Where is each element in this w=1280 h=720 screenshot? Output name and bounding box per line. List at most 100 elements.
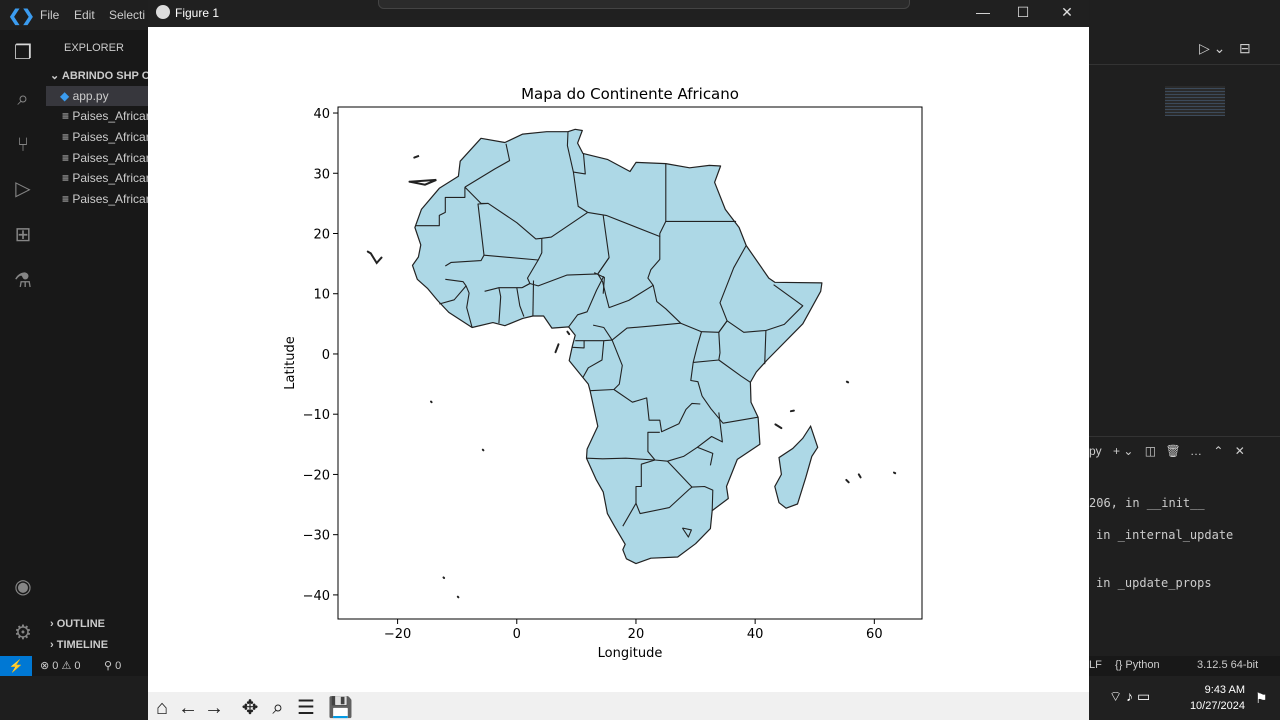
notification-icon[interactable]: ⚑ — [1255, 690, 1268, 707]
ports-count: 0 — [115, 660, 122, 672]
island-mark — [481, 448, 485, 452]
more-icon[interactable]: … — [1190, 444, 1202, 458]
remote-indicator-icon[interactable]: ⚡ — [0, 656, 32, 676]
file-label: app.py — [72, 89, 109, 103]
outline-label: OUTLINE — [56, 618, 106, 630]
y-tick-label: −40 — [303, 589, 330, 604]
figure-title: Figure 1 — [175, 6, 220, 20]
file-item[interactable]: ≡ Paises_Africar — [46, 168, 148, 188]
menu-edit[interactable]: Edit — [74, 8, 95, 22]
terminal-line: in _update_props — [1096, 576, 1212, 590]
editor-right-pane: ▷ ⌄ ⊟ py + ⌄ ◫ 🗑 … ⌃ ✕ 206, in __init__ … — [1089, 0, 1280, 720]
x-tick-label: 40 — [747, 627, 764, 642]
eol-indicator[interactable]: LF — [1089, 659, 1102, 671]
chevron-right-icon: › — [50, 618, 57, 630]
extensions-icon[interactable]: ⊞ — [8, 220, 38, 250]
plot-canvas[interactable]: −20 0 20 40 60 −40 −30 −20 −10 0 10 20 30 40 Mapa do C… — [148, 27, 1089, 692]
search-icon[interactable]: ⌕ — [8, 84, 38, 114]
figure-toolbar: ⌂ ← → ✥ ⌕ ☰ 💾 — [148, 692, 1089, 720]
island-mark — [845, 380, 850, 384]
file-label: Paises_Africar — [72, 151, 148, 165]
y-axis-label: Latitude — [283, 336, 298, 390]
testing-icon[interactable]: ⚗ — [8, 266, 38, 296]
language-indicator[interactable]: {} Python — [1115, 659, 1160, 671]
divider — [1089, 64, 1280, 65]
y-tick-label: 10 — [313, 288, 330, 303]
y-tick-label: −30 — [303, 529, 330, 544]
overlay-bar — [378, 0, 910, 9]
add-terminal-icon[interactable]: + ⌄ — [1113, 444, 1133, 458]
x-tick-label: 20 — [628, 627, 645, 642]
y-tick-label: 30 — [313, 167, 330, 182]
home-icon[interactable]: ⌂ — [150, 696, 174, 720]
run-button-icon[interactable]: ▷ ⌄ — [1199, 40, 1225, 57]
folder-header[interactable]: ⌄ ABRINDO SHP OL — [50, 69, 148, 82]
timeline-section[interactable]: › TIMELINE — [50, 639, 108, 651]
island-mark — [789, 409, 795, 413]
terminal-toolbar: py + ⌄ ◫ 🗑 … ⌃ ✕ — [1089, 444, 1245, 458]
explorer-icon[interactable]: ❐ — [8, 38, 38, 68]
split-editor-icon[interactable]: ⊟ — [1239, 40, 1251, 57]
windows-taskbar-tray: ⌔ ♪ ▭ 9:43 AM 10/27/2024 ⚑ — [1089, 676, 1280, 720]
chevron-right-icon: › — [50, 639, 57, 651]
file-item[interactable]: ≡ Paises_Africar — [46, 106, 148, 126]
pan-icon[interactable]: ✥ — [238, 696, 262, 720]
menu-selection[interactable]: Selecti — [109, 8, 145, 22]
split-terminal-icon[interactable]: ◫ — [1145, 444, 1156, 458]
minimize-icon[interactable]: — — [968, 4, 998, 22]
clock-date[interactable]: 10/27/2024 — [1179, 700, 1245, 712]
file-item-app-py[interactable]: ◆ app.py — [46, 86, 148, 106]
python-file-icon: ◆ — [60, 89, 70, 103]
file-item[interactable]: ≡ Paises_Africar — [46, 189, 148, 209]
island-mark — [845, 478, 850, 484]
problems-indicator[interactable]: ⊗ 0 ⚠ 0 — [40, 659, 81, 672]
x-tick-label: −20 — [384, 627, 411, 642]
madagascar-shape — [774, 424, 819, 509]
close-icon[interactable]: ✕ — [1052, 4, 1082, 22]
menu-file[interactable]: File — [40, 8, 59, 22]
file-item[interactable]: ≡ Paises_Africar — [46, 148, 148, 168]
clock-time[interactable]: 9:43 AM — [1189, 684, 1245, 696]
africa-continent-shape — [411, 128, 823, 565]
close-panel-icon[interactable]: ✕ — [1235, 444, 1245, 458]
island-mark — [442, 576, 446, 579]
text-file-icon: ≡ — [62, 171, 70, 185]
terminal-tab[interactable]: py — [1089, 444, 1102, 458]
chevron-up-icon[interactable]: ⌃ — [1213, 444, 1223, 458]
configure-icon[interactable]: ☰ — [294, 696, 318, 720]
island-mark — [430, 400, 433, 404]
maximize-icon[interactable]: ☐ — [1008, 4, 1038, 22]
back-arrow-icon[interactable]: ← — [176, 696, 200, 720]
file-item[interactable]: ≡ Paises_Africar — [46, 127, 148, 147]
save-icon[interactable]: 💾 — [328, 696, 353, 720]
zoom-icon[interactable]: ⌕ — [266, 696, 290, 720]
run-debug-icon[interactable]: ▷ — [8, 174, 38, 204]
account-icon[interactable]: ◉ — [8, 572, 38, 602]
activity-bar: ❐ ⌕ ⑂ ▷ ⊞ ⚗ ◉ ⚙ — [0, 30, 46, 656]
island-mark — [408, 178, 437, 186]
python-version[interactable]: 3.12.5 64-bit — [1197, 659, 1258, 671]
text-file-icon: ≡ — [62, 109, 70, 123]
figure-window: Figure 1 — ☐ ✕ −20 0 20 40 60 −40 −30 −20 −10 0 10… — [148, 0, 1089, 720]
country-border — [584, 339, 613, 342]
explorer-title: EXPLORER — [64, 42, 124, 54]
explorer-sidebar: EXPLORER ⌄ ABRINDO SHP OL ◆ app.py ≡ Pai… — [46, 30, 148, 656]
island-mark — [554, 343, 560, 354]
island-mark — [413, 154, 420, 159]
africa-map-chart: −20 0 20 40 60 −40 −30 −20 −10 0 10 20 30 40 Mapa do C… — [283, 85, 923, 661]
settings-gear-icon[interactable]: ⚙ — [8, 618, 38, 648]
outline-section[interactable]: › OUTLINE — [50, 618, 105, 630]
text-file-icon: ≡ — [62, 151, 70, 165]
timeline-label: TIMELINE — [56, 639, 109, 651]
wifi-icon[interactable]: ⌔ ♪ ▭ — [1109, 688, 1150, 706]
figure-titlebar[interactable]: Figure 1 — ☐ ✕ — [148, 0, 1089, 27]
divider — [1089, 436, 1280, 437]
error-count: 0 — [52, 660, 59, 672]
trash-icon[interactable]: 🗑 — [1165, 444, 1180, 458]
forward-arrow-icon[interactable]: → — [202, 696, 226, 720]
chart-title: Mapa do Continente Africano — [521, 85, 739, 103]
source-control-icon[interactable]: ⑂ — [8, 130, 38, 160]
island-mark — [893, 471, 897, 475]
ports-indicator[interactable]: ⚲ 0 — [104, 659, 121, 672]
folder-name: ABRINDO SHP OL — [61, 70, 148, 82]
